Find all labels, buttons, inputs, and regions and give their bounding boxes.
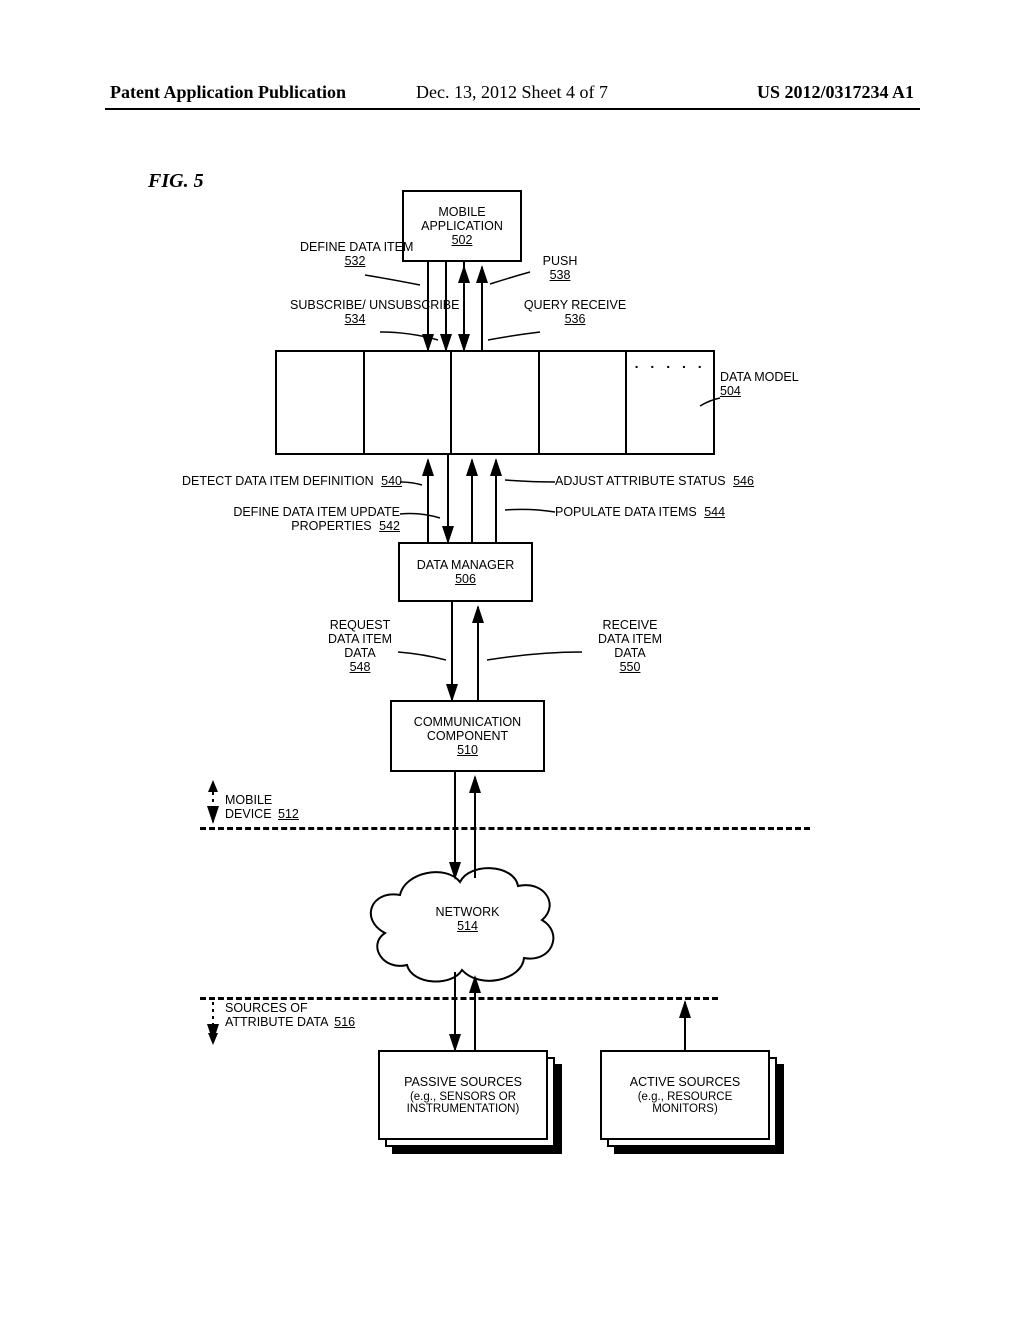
label-text1: REQUEST: [330, 618, 390, 632]
label-ref: 540: [381, 474, 402, 488]
label-text: PUSH: [543, 254, 578, 268]
label-text: DATA MODEL: [720, 370, 799, 384]
divider-sources: [200, 997, 718, 1000]
label-ref: 532: [345, 254, 366, 268]
header-left: Patent Application Publication: [110, 82, 346, 103]
label-ref: 544: [704, 505, 725, 519]
label-text3: DATA: [614, 646, 645, 660]
box-title: COMMUNICATION COMPONENT: [398, 715, 537, 743]
network-label: NETWORK 514: [420, 905, 515, 933]
box-data-manager: DATA MANAGER 506: [398, 542, 533, 602]
label-text2: ATTRIBUTE DATA: [225, 1015, 328, 1029]
label-ref: 538: [550, 268, 571, 282]
label-text2: DATA ITEM: [328, 632, 392, 646]
label-adjust: ADJUST ATTRIBUTE STATUS 546: [555, 474, 754, 488]
header-right: US 2012/0317234 A1: [757, 82, 914, 103]
label-mobile-device: MOBILE DEVICE 512: [225, 793, 299, 821]
label-text2: DATA ITEM: [598, 632, 662, 646]
box-title: DATA MANAGER: [417, 558, 514, 572]
label-text: QUERY RECEIVE: [524, 298, 626, 312]
label-text: MOBILE: [225, 793, 272, 807]
box-sub: (e.g., RESOURCE MONITORS): [608, 1091, 762, 1115]
data-model-cell-2: [365, 352, 453, 453]
box-title: PASSIVE SOURCES: [404, 1075, 522, 1089]
data-model-cell-ellipsis: . . . . .: [627, 352, 713, 453]
label-ref: 536: [565, 312, 586, 326]
label-text2: DEVICE: [225, 807, 272, 821]
label-text: DETECT DATA ITEM DEFINITION: [182, 474, 374, 488]
label-query-receive: QUERY RECEIVE 536: [520, 298, 630, 326]
figure-title: FIG. 5: [148, 170, 204, 193]
box-title: MOBILE APPLICATION: [410, 205, 514, 233]
label-text: ADJUST ATTRIBUTE STATUS: [555, 474, 726, 488]
label-request: REQUEST DATA ITEM DATA 548: [310, 618, 410, 674]
label-ref: 516: [334, 1015, 355, 1029]
label-text: SOURCES OF: [225, 1001, 308, 1015]
label-define-data-item: DEFINE DATA ITEM 532: [300, 240, 410, 268]
box-ref: 510: [457, 743, 478, 757]
label-text1: RECEIVE: [603, 618, 658, 632]
label-ref: 550: [620, 660, 641, 674]
divider-mobile-device: [200, 827, 810, 830]
box-ref: 506: [455, 572, 476, 586]
label-receive: RECEIVE DATA ITEM DATA 550: [580, 618, 680, 674]
label-subscribe: SUBSCRIBE/ UNSUBSCRIBE 534: [290, 298, 420, 326]
label-text3: DATA: [344, 646, 375, 660]
label-ref: 548: [350, 660, 371, 674]
box-mobile-application: MOBILE APPLICATION 502: [402, 190, 522, 262]
box-communication-component: COMMUNICATION COMPONENT 510: [390, 700, 545, 772]
ellipsis-text: . . . . .: [635, 355, 706, 371]
box-title: ACTIVE SOURCES: [630, 1075, 740, 1089]
label-ref: 542: [379, 519, 400, 533]
label-ref: 504: [720, 384, 741, 398]
label-sources-of: SOURCES OF ATTRIBUTE DATA 516: [225, 1001, 355, 1029]
data-model-cell-1: [277, 352, 365, 453]
label-text: SUBSCRIBE/ UNSUBSCRIBE: [290, 298, 459, 312]
label-define-update: DEFINE DATA ITEM UPDATE PROPERTIES 542: [200, 505, 400, 533]
box-sub: (e.g., SENSORS OR INSTRUMENTATION): [386, 1091, 540, 1115]
label-ref: 512: [278, 807, 299, 821]
label-ref: 534: [345, 312, 366, 326]
label-populate: POPULATE DATA ITEMS 544: [555, 505, 725, 519]
label-ref: 546: [733, 474, 754, 488]
label-detect-def: DETECT DATA ITEM DEFINITION 540: [132, 474, 402, 488]
label-text: DEFINE DATA ITEM: [300, 240, 413, 254]
header-mid: Dec. 13, 2012 Sheet 4 of 7: [416, 82, 608, 103]
page-header: Patent Application Publication Dec. 13, …: [0, 82, 1024, 109]
header-rule: [105, 108, 920, 110]
box-ref: 502: [452, 233, 473, 247]
data-model-row: . . . . .: [275, 350, 715, 455]
label-data-model: DATA MODEL 504: [720, 370, 799, 398]
label-ref: 514: [457, 919, 478, 933]
data-model-cell-4: [540, 352, 628, 453]
label-text: NETWORK: [436, 905, 500, 919]
label-text: DEFINE DATA ITEM UPDATE PROPERTIES: [233, 505, 400, 533]
label-text: POPULATE DATA ITEMS: [555, 505, 697, 519]
label-push: PUSH 538: [525, 254, 595, 282]
data-model-cell-3: [452, 352, 540, 453]
